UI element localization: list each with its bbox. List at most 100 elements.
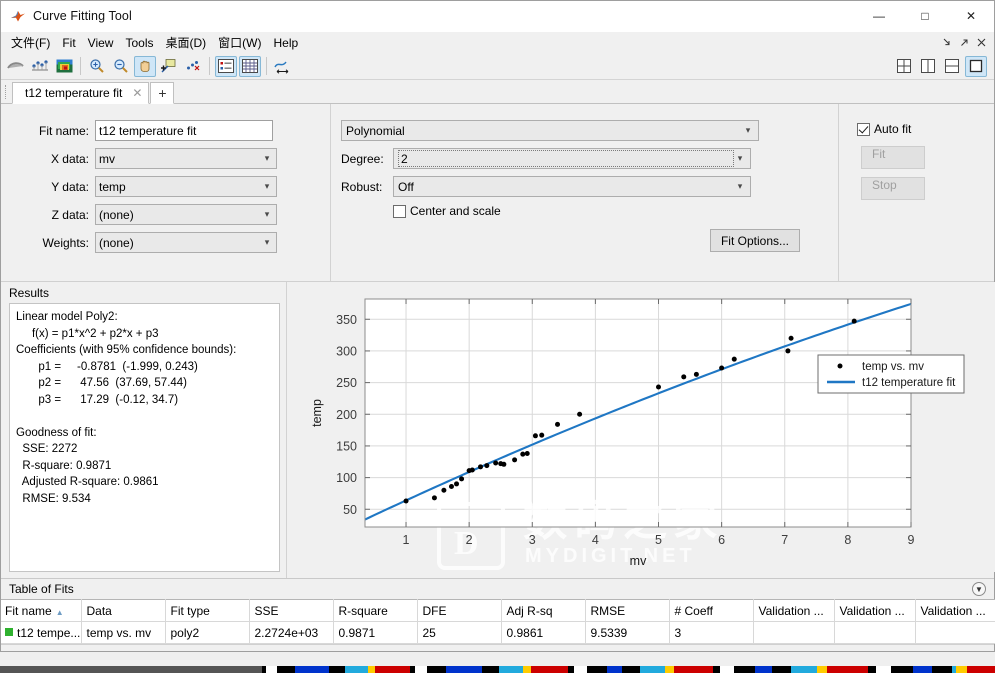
close-icon[interactable]: [976, 37, 987, 48]
menu-tools[interactable]: Tools: [119, 34, 159, 52]
center-and-scale-row[interactable]: Center and scale: [393, 204, 838, 218]
surface-plot-icon[interactable]: [53, 56, 75, 77]
close-button[interactable]: ✕: [948, 1, 994, 31]
col-validation-1[interactable]: Validation ...: [753, 599, 835, 622]
taskbar-pixel: [772, 666, 791, 673]
taskbar-pixel: [967, 666, 985, 673]
menu-help[interactable]: Help: [267, 34, 304, 52]
svg-text:6: 6: [718, 533, 725, 547]
curve-fitting-tool-window: Curve Fitting Tool — □ ✕ 文件(F) Fit View …: [0, 0, 995, 652]
tab-t12-temperature-fit[interactable]: t12 temperature fit ✕: [12, 82, 150, 104]
plot-panel[interactable]: D 数码之家 MYDIGIT.NET 1 2 3 4 5 6 7 8 9 50 100 150 200 250 3…: [287, 282, 995, 578]
col-dfe[interactable]: DFE: [417, 599, 502, 622]
table-row[interactable]: t12 tempe... temp vs. mv poly2 2.2724e+0…: [1, 621, 995, 644]
col-r-square[interactable]: R-square: [333, 599, 418, 622]
menu-fit[interactable]: Fit: [56, 34, 81, 52]
add-tab-button[interactable]: +: [150, 82, 175, 104]
results-panel: Results Linear model Poly2: f(x) = p1*x^…: [1, 282, 287, 578]
layout-vertical-icon[interactable]: [917, 56, 939, 77]
taskbar-pixel: [277, 666, 295, 673]
fit-name-text: t12 tempe...: [17, 625, 81, 640]
dock-icon[interactable]: [942, 37, 953, 48]
layout-single-icon[interactable]: [965, 55, 987, 77]
fit-name-input[interactable]: [95, 120, 273, 141]
table-of-fits-footer: [1, 644, 994, 651]
menu-view[interactable]: View: [82, 34, 120, 52]
taskbar-pixel: [622, 666, 640, 673]
exclude-outliers-icon[interactable]: [182, 56, 204, 77]
layout-horizontal-icon[interactable]: [941, 56, 963, 77]
degree-label: Degree:: [341, 151, 384, 166]
axes-limits-icon[interactable]: [272, 56, 294, 77]
layout-quad-icon[interactable]: [893, 56, 915, 77]
weights-select[interactable]: (none) ▾: [95, 232, 277, 253]
auto-fit-checkbox[interactable]: [857, 122, 870, 136]
fit-button[interactable]: Fit: [861, 146, 925, 169]
robust-select[interactable]: Off ▾: [393, 176, 751, 197]
data-points-icon[interactable]: [29, 56, 51, 77]
col-fit-name[interactable]: Fit name ▲: [1, 599, 82, 622]
taskbar-pixel: [827, 666, 844, 673]
fit-curve-icon[interactable]: [5, 56, 27, 77]
col-num-coeff[interactable]: # Coeff: [669, 599, 754, 622]
menu-window[interactable]: 窗口(W): [212, 32, 267, 53]
taskbar-pixel: [574, 666, 587, 673]
table-of-fits[interactable]: Fit name ▲ Data Fit type SSE R-square DFE…: [1, 599, 995, 644]
data-cursor-icon[interactable]: [158, 56, 180, 77]
taskbar-pixel: [345, 666, 368, 673]
svg-text:3: 3: [529, 533, 536, 547]
minimize-button[interactable]: —: [856, 1, 902, 31]
svg-text:2: 2: [466, 533, 473, 547]
tab-strip-grip: [5, 85, 12, 99]
undock-icon[interactable]: [959, 37, 970, 48]
col-validation-2[interactable]: Validation ...: [834, 599, 916, 622]
col-fit-type[interactable]: Fit type: [165, 599, 250, 622]
results-text: Linear model Poly2: f(x) = p1*x^2 + p2*x…: [9, 303, 280, 572]
pan-icon[interactable]: [134, 55, 156, 77]
taskbar-pixel: [665, 666, 674, 673]
taskbar-pixel: [472, 666, 482, 673]
center-and-scale-checkbox[interactable]: [393, 204, 406, 218]
toolbar-separator-3: [266, 57, 267, 75]
svg-text:数码之家: 数码之家: [523, 495, 723, 546]
menu-desktop[interactable]: 桌面(D): [159, 32, 212, 53]
taskbar-pixel: [523, 666, 531, 673]
col-validation-3[interactable]: Validation ...: [915, 599, 995, 622]
col-label: Fit name: [5, 603, 52, 618]
svg-text:MYDIGIT.NET: MYDIGIT.NET: [525, 545, 696, 567]
legend-icon[interactable]: [215, 55, 237, 77]
menu-file[interactable]: 文件(F): [5, 32, 56, 53]
model-type-select[interactable]: Polynomial ▾: [341, 120, 759, 141]
zoom-out-icon[interactable]: [110, 56, 132, 77]
fit-plot[interactable]: D 数码之家MYDIGIT.NET1 2 3 4 5 6 7 8 9501001502002503…: [287, 282, 995, 572]
auto-fit-row[interactable]: Auto fit: [857, 122, 994, 136]
taskbar-pixel: [266, 666, 277, 673]
taskbar-pixel: [956, 666, 967, 673]
tab-close-icon[interactable]: ✕: [132, 87, 142, 99]
zoom-in-icon[interactable]: [86, 56, 108, 77]
chevron-down-icon: ▾: [745, 125, 751, 135]
taskbar-pixel: [611, 666, 622, 673]
y-data-select[interactable]: temp ▾: [95, 176, 277, 197]
svg-text:350: 350: [336, 313, 357, 327]
z-data-select[interactable]: (none) ▾: [95, 204, 277, 225]
svg-text:9: 9: [908, 533, 915, 547]
taskbar-pixel: [791, 666, 817, 673]
x-data-select[interactable]: mv ▾: [95, 148, 277, 169]
chevron-down-icon: ▾: [264, 209, 270, 219]
maximize-button[interactable]: □: [902, 1, 948, 31]
cell-validation-1: [753, 621, 835, 644]
col-adj-r-sq[interactable]: Adj R-sq: [501, 599, 586, 622]
stop-button[interactable]: Stop: [861, 177, 925, 200]
taskbar-pixel: [446, 666, 472, 673]
svg-text:4: 4: [592, 533, 599, 547]
col-data[interactable]: Data: [81, 599, 166, 622]
model-type-value: Polynomial: [346, 123, 405, 138]
col-sse[interactable]: SSE: [249, 599, 334, 622]
col-rmse[interactable]: RMSE: [585, 599, 670, 622]
collapse-icon[interactable]: ▼: [972, 582, 986, 596]
grid-icon[interactable]: [239, 55, 261, 77]
fit-options-button[interactable]: Fit Options...: [709, 229, 800, 252]
degree-select[interactable]: 2 ▾: [393, 148, 751, 169]
fit-color-swatch: [5, 628, 13, 637]
